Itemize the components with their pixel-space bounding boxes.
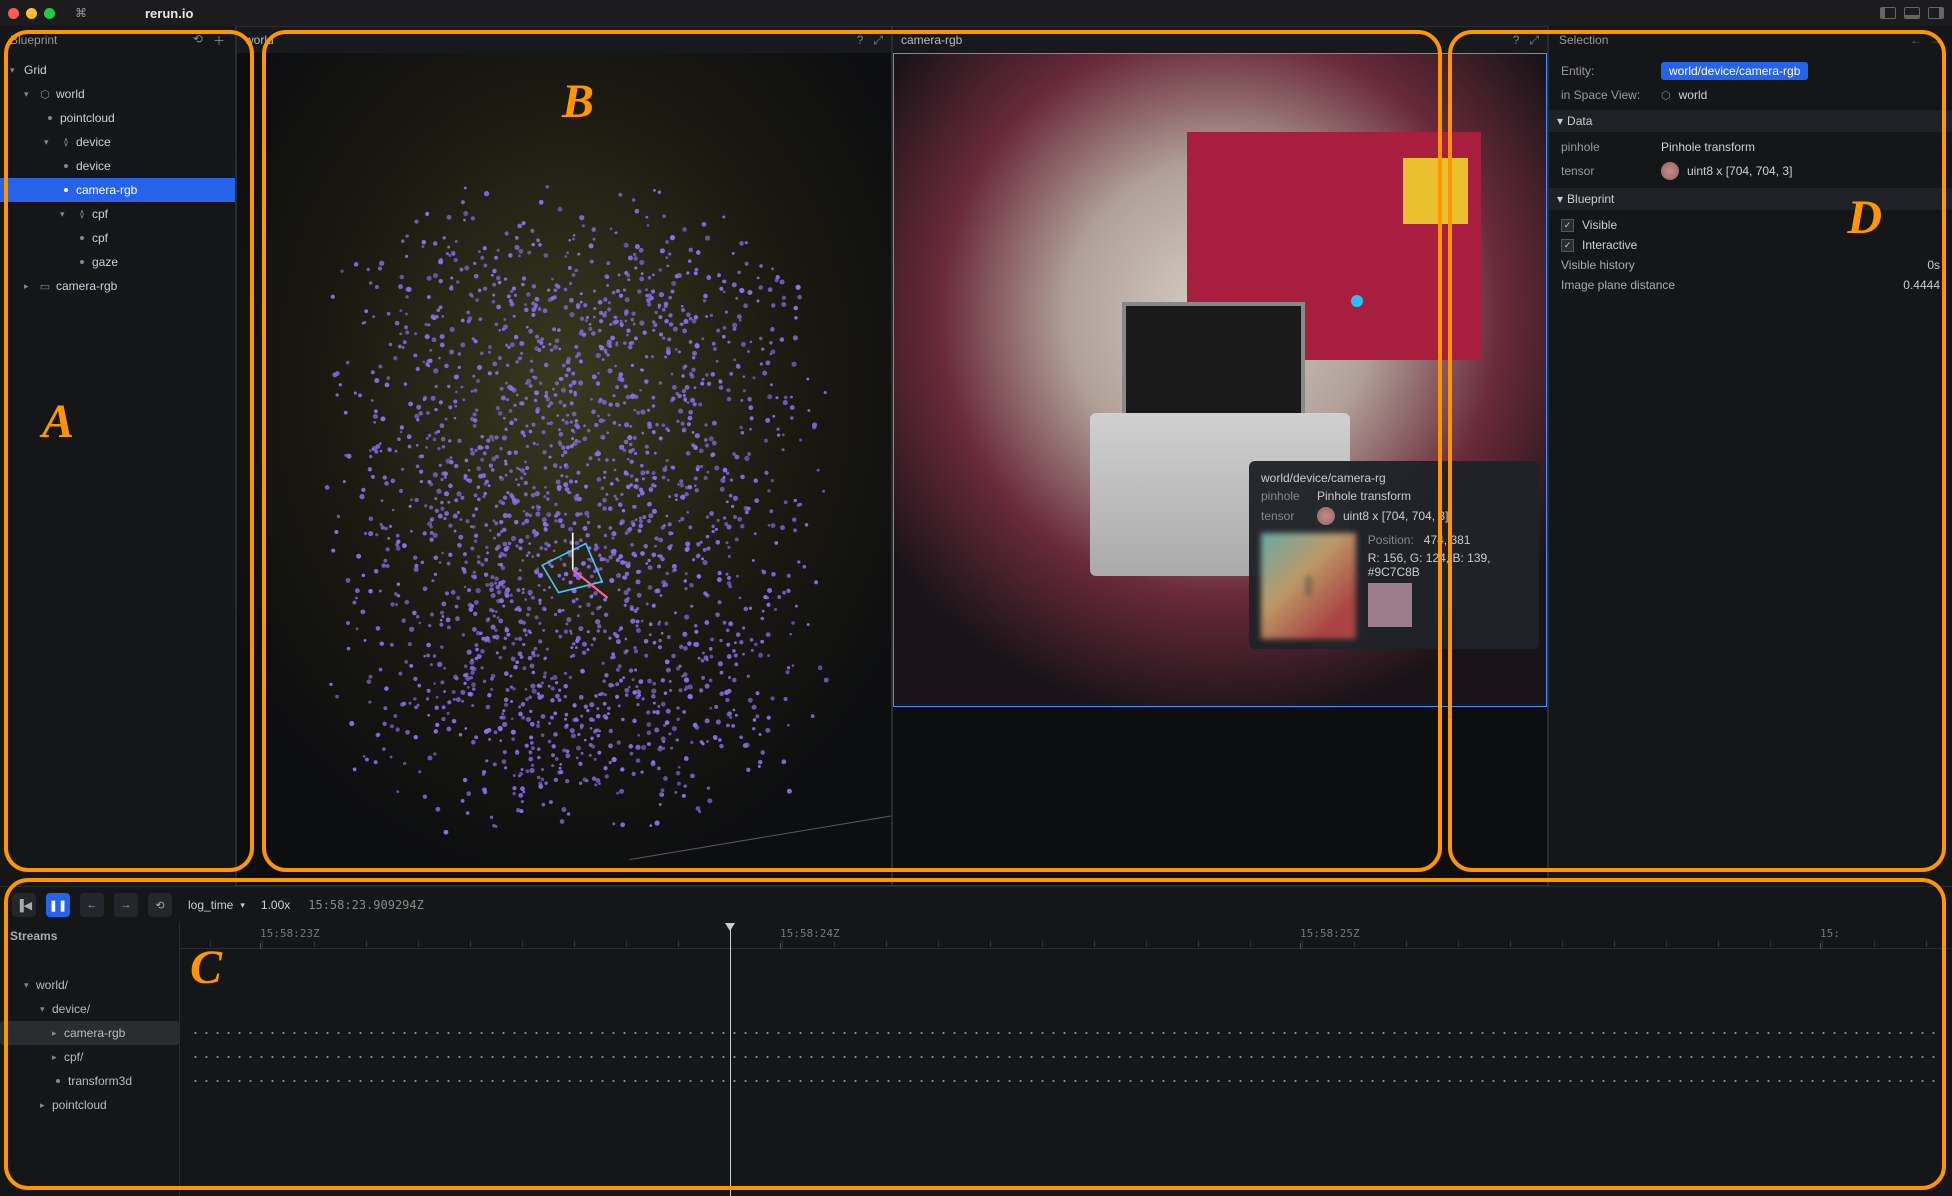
- timeline-panel: ▐◀ ❚❚ ← → ⟲ log_time 1.00x 15:58:23.9092…: [0, 886, 1952, 1196]
- streams-header: Streams: [0, 923, 179, 949]
- tree-item-cpf[interactable]: cpf: [0, 226, 235, 250]
- step-back-button[interactable]: ←: [80, 893, 104, 917]
- tensor-swatch-icon: [1661, 162, 1679, 180]
- stream-item-cpf[interactable]: ▸cpf/: [0, 1045, 179, 1069]
- selected-entity-path[interactable]: world/device/camera-rgb: [1661, 62, 1808, 80]
- close-window-button[interactable]: [8, 8, 19, 19]
- tree-item-pointcloud[interactable]: pointcloud: [0, 106, 235, 130]
- window-controls: [8, 8, 55, 19]
- track-data: [190, 1056, 1942, 1058]
- hover-tooltip: world/device/camera-rg pinholePinhole tr…: [1249, 461, 1539, 649]
- expand-icon[interactable]: ⤢: [1529, 33, 1539, 48]
- help-icon[interactable]: ?: [1513, 33, 1520, 48]
- tree-item-device-group[interactable]: ▾ device: [0, 130, 235, 154]
- pointcloud-3d-view[interactable]: [237, 53, 891, 885]
- titlebar: ⌘ rerun.io: [0, 0, 1952, 26]
- add-icon[interactable]: ＋: [213, 32, 225, 49]
- tensor-swatch-icon: [1317, 507, 1335, 525]
- section-blueprint[interactable]: ▾Blueprint: [1549, 188, 1952, 210]
- playback-speed[interactable]: 1.00x: [261, 898, 290, 912]
- viewport-world-title: world: [245, 33, 274, 47]
- loop-button[interactable]: ⟲: [148, 893, 172, 917]
- timeline-controls: ▐◀ ❚❚ ← → ⟲ log_time 1.00x 15:58:23.9092…: [0, 887, 1952, 923]
- layout-toggle-left-icon[interactable]: [1880, 7, 1896, 19]
- stream-item-world[interactable]: ▾world/: [0, 973, 179, 997]
- hover-preview-image: [1261, 533, 1356, 639]
- blueprint-title: Blueprint: [10, 33, 57, 47]
- hover-color-swatch: [1368, 583, 1412, 627]
- tree-item-grid[interactable]: ▾ Grid: [0, 58, 235, 82]
- image-plane-value[interactable]: 0.4444: [1903, 278, 1940, 292]
- viewport-camera-title: camera-rgb: [901, 33, 962, 47]
- space-view-link[interactable]: world: [1679, 88, 1708, 102]
- play-pause-button[interactable]: ❚❚: [46, 893, 70, 917]
- timeline-tracks[interactable]: 15:58:23Z 15:58:24Z 15:58:25Z 15:: [180, 923, 1952, 1196]
- tree-item-world[interactable]: ▾ world: [0, 82, 235, 106]
- frame-icon: [58, 135, 72, 149]
- frame-icon: [74, 207, 88, 221]
- current-timestamp: 15:58:23.909294Z: [308, 898, 424, 912]
- hover-entity-path: world/device/camera-rg: [1261, 471, 1386, 485]
- maximize-window-button[interactable]: [44, 8, 55, 19]
- stream-item-camera-rgb[interactable]: ▸camera-rgb: [0, 1021, 179, 1045]
- stream-item-device[interactable]: ▾device/: [0, 997, 179, 1021]
- streams-panel: Streams ▾world/ ▾device/ ▸camera-rgb ▸cp…: [0, 923, 180, 1196]
- minimize-window-button[interactable]: [26, 8, 37, 19]
- section-data[interactable]: ▾Data: [1549, 110, 1952, 132]
- track-data: [190, 1080, 1942, 1082]
- stream-item-transform3d[interactable]: transform3d: [0, 1069, 179, 1093]
- stream-item-pointcloud[interactable]: ▸pointcloud: [0, 1093, 179, 1117]
- blueprint-tree: ▾ Grid ▾ world pointcloud ▾ device devic…: [0, 54, 235, 302]
- step-forward-button[interactable]: →: [114, 893, 138, 917]
- selection-forward-icon[interactable]: →: [1930, 33, 1942, 47]
- interactive-checkbox[interactable]: ✓Interactive: [1561, 238, 1940, 252]
- layout-toggle-bottom-icon[interactable]: [1904, 7, 1920, 19]
- selection-panel: Selection ← → Entity: world/device/camer…: [1548, 26, 1952, 886]
- skip-start-button[interactable]: ▐◀: [12, 893, 36, 917]
- tree-item-camera-rgb[interactable]: camera-rgb: [0, 178, 235, 202]
- image-icon: [38, 279, 52, 293]
- track-data: [190, 1032, 1942, 1034]
- viewport-camera-rgb[interactable]: camera-rgb ? ⤢: [892, 26, 1548, 886]
- viewport-world[interactable]: world ? ⤢: [236, 26, 892, 886]
- tree-item-gaze[interactable]: gaze: [0, 250, 235, 274]
- reset-icon[interactable]: ⟲: [193, 32, 203, 49]
- selection-title: Selection: [1559, 33, 1608, 47]
- time-ruler[interactable]: 15:58:23Z 15:58:24Z 15:58:25Z 15:: [180, 923, 1952, 949]
- app-title: rerun.io: [145, 6, 193, 21]
- tree-item-cpf-group[interactable]: ▾ cpf: [0, 202, 235, 226]
- cube-icon: [1661, 88, 1671, 102]
- expand-icon[interactable]: ⤢: [873, 33, 883, 48]
- tree-item-device[interactable]: device: [0, 154, 235, 178]
- viewport-area: world ? ⤢: [236, 26, 1548, 886]
- blueprint-panel: Blueprint ⟲ ＋ ▾ Grid ▾ world pointcloud …: [0, 26, 236, 886]
- visible-checkbox[interactable]: ✓Visible: [1561, 218, 1940, 232]
- layout-toggle-right-icon[interactable]: [1928, 7, 1944, 19]
- selection-back-icon[interactable]: ←: [1910, 33, 1922, 47]
- visible-history-value[interactable]: 0s: [1927, 258, 1940, 272]
- cube-icon: [38, 87, 52, 101]
- help-icon[interactable]: ?: [857, 33, 864, 48]
- tree-item-camera-rgb-view[interactable]: ▸ camera-rgb: [0, 274, 235, 298]
- timeline-dropdown[interactable]: log_time: [182, 898, 251, 912]
